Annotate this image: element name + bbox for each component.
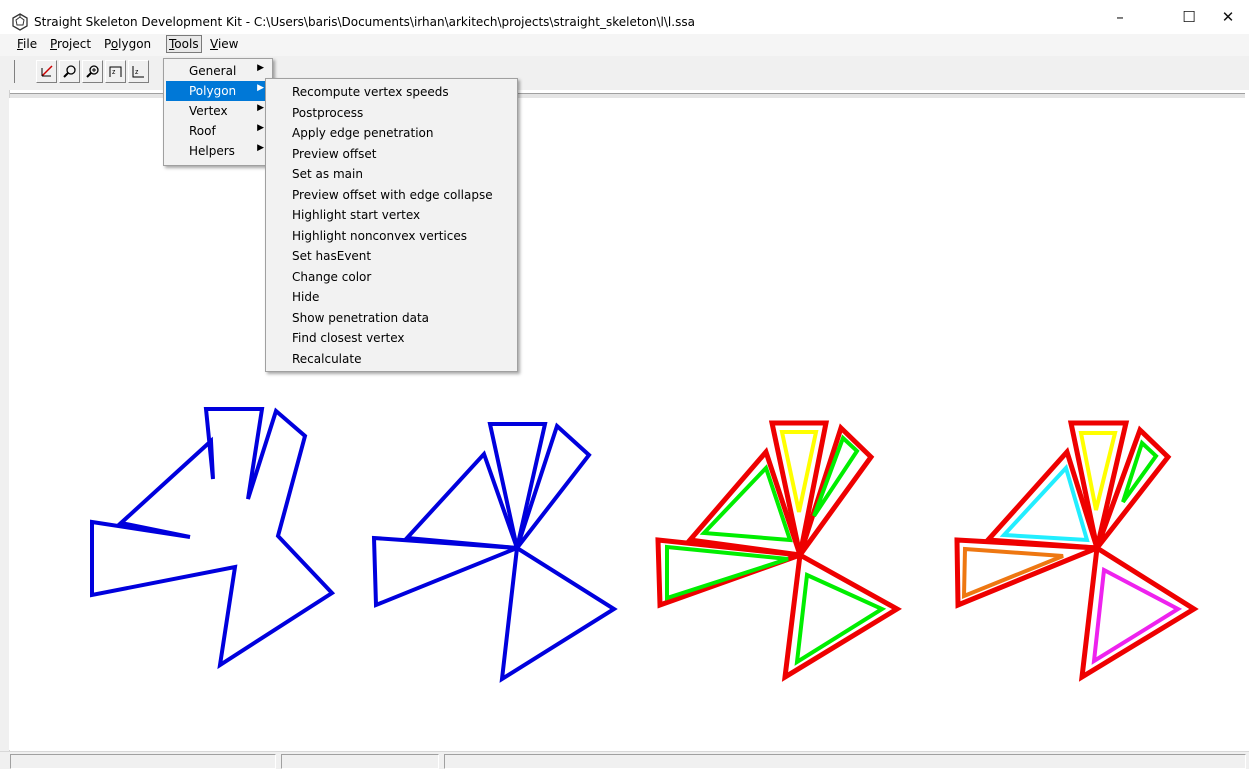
submenu-item-set-as-main[interactable]: Set as main — [268, 164, 515, 184]
menu-item-label: Postprocess — [292, 105, 364, 120]
axis-button[interactable] — [36, 60, 57, 83]
minimize-icon: – — [1116, 8, 1124, 26]
tools-menu-item-helpers[interactable]: Helpers ▶ — [166, 141, 270, 161]
menu-item-label: Hide — [292, 290, 320, 304]
submenu-item-highlight-start-vertex[interactable]: Highlight start vertex — [268, 205, 515, 225]
fit-button[interactable]: z — [105, 60, 126, 83]
submenu-item-recalculate[interactable]: Recalculate — [268, 349, 515, 369]
drawing-canvas[interactable] — [9, 98, 1249, 750]
submenu-item-set-hasevent[interactable]: Set hasEvent — [268, 246, 515, 266]
menu-item-label: Vertex — [189, 104, 228, 118]
submenu-arrow-icon: ▶ — [257, 143, 264, 153]
axis-icon — [41, 65, 53, 77]
extent-icon: z — [132, 66, 144, 78]
submenu-item-change-color[interactable]: Change color — [268, 267, 515, 287]
menu-item-label: Preview offset with edge collapse — [292, 187, 493, 202]
svg-text:z: z — [112, 69, 116, 76]
polygon-submenu: Recompute vertex speeds Postprocess Appl… — [265, 78, 518, 372]
menu-item-label: Highlight start vertex — [292, 208, 421, 222]
submenu-item-preview-offset[interactable]: Preview offset — [268, 144, 515, 164]
close-button[interactable]: ✕ — [1205, 0, 1249, 34]
menu-item-label: Recompute vertex speeds — [292, 85, 449, 99]
submenu-item-apply-edge-penetration[interactable]: Apply edge penetration — [268, 123, 515, 143]
tools-menu-item-polygon[interactable]: Polygon ▶ — [166, 81, 270, 101]
menu-item-label: Highlight nonconvex vertices — [292, 228, 467, 243]
minimize-button[interactable]: – — [1097, 0, 1143, 34]
window-title: Straight Skeleton Development Kit - C:\U… — [34, 15, 695, 29]
skeleton-drawing — [90, 407, 1199, 683]
zoom-in-icon — [86, 65, 99, 78]
submenu-arrow-icon: ▶ — [257, 123, 264, 133]
polygon-2-skeleton — [371, 422, 618, 683]
menu-item-label: Preview offset — [292, 146, 377, 161]
submenu-arrow-icon: ▶ — [257, 63, 264, 73]
status-panel-2 — [281, 754, 439, 769]
tools-menu-item-general[interactable]: General ▶ — [166, 61, 270, 81]
polygon-3-offsets — [655, 420, 902, 682]
menu-item-label: Apply edge penetration — [292, 126, 434, 140]
extent-button[interactable]: z — [128, 60, 149, 83]
submenu-item-preview-offset-edge-collapse[interactable]: Preview offset with edge collapse — [268, 185, 515, 205]
menu-item-label: Find closest vertex — [292, 331, 405, 345]
fit-icon: z — [109, 66, 122, 77]
menu-item-label: General — [189, 64, 237, 78]
menu-view[interactable]: View — [210, 37, 238, 51]
toolbar-grip — [14, 60, 34, 83]
close-icon: ✕ — [1221, 8, 1235, 26]
menu-polygon[interactable]: Polygon — [104, 37, 151, 51]
menu-item-label: Helpers — [189, 144, 235, 158]
submenu-item-postprocess[interactable]: Postprocess — [268, 103, 515, 123]
polygon-1-outline — [90, 407, 336, 670]
menu-item-label: Roof — [189, 124, 216, 138]
submenu-item-recompute-vertex-speeds[interactable]: Recompute vertex speeds — [268, 82, 515, 102]
zoom-button[interactable] — [59, 60, 80, 83]
menu-item-label: Show penetration data — [292, 310, 430, 325]
tools-menu-item-vertex[interactable]: Vertex ▶ — [166, 101, 270, 121]
polygon-4-offsets — [954, 420, 1199, 682]
submenu-arrow-icon: ▶ — [257, 103, 264, 113]
maximize-icon: ☐ — [1182, 8, 1196, 26]
menu-file[interactable]: File — [17, 37, 37, 51]
menu-item-label: Polygon — [189, 84, 237, 98]
tools-dropdown: General ▶ Polygon ▶ Vertex ▶ Roof ▶ Help… — [163, 58, 273, 166]
submenu-item-highlight-nonconvex-vertices[interactable]: Highlight nonconvex vertices — [268, 226, 515, 246]
app-logo-icon — [12, 13, 28, 31]
submenu-item-hide[interactable]: Hide — [268, 287, 515, 307]
menu-item-label: Set hasEvent — [292, 249, 372, 263]
title-bar: Straight Skeleton Development Kit - C:\U… — [0, 0, 1249, 34]
menu-tools[interactable]: Tools — [166, 35, 202, 53]
status-bar — [0, 751, 1249, 769]
menu-bar: File Project Polygon Tools View — [0, 34, 1249, 56]
menu-project[interactable]: Project — [50, 37, 91, 51]
status-panel-1 — [10, 754, 276, 769]
app-window: Straight Skeleton Development Kit - C:\U… — [0, 0, 1249, 769]
svg-text:z: z — [135, 69, 139, 76]
submenu-item-show-penetration-data[interactable]: Show penetration data — [268, 308, 515, 328]
menu-item-label: Set as main — [292, 167, 363, 181]
zoom-in-button[interactable] — [82, 60, 103, 83]
submenu-item-find-closest-vertex[interactable]: Find closest vertex — [268, 328, 515, 348]
tools-menu-item-roof[interactable]: Roof ▶ — [166, 121, 270, 141]
menu-item-label: Recalculate — [292, 351, 362, 366]
submenu-arrow-icon: ▶ — [257, 83, 264, 93]
zoom-icon — [63, 65, 76, 78]
menu-item-label: Change color — [292, 269, 372, 284]
status-panel-3 — [444, 754, 1246, 769]
